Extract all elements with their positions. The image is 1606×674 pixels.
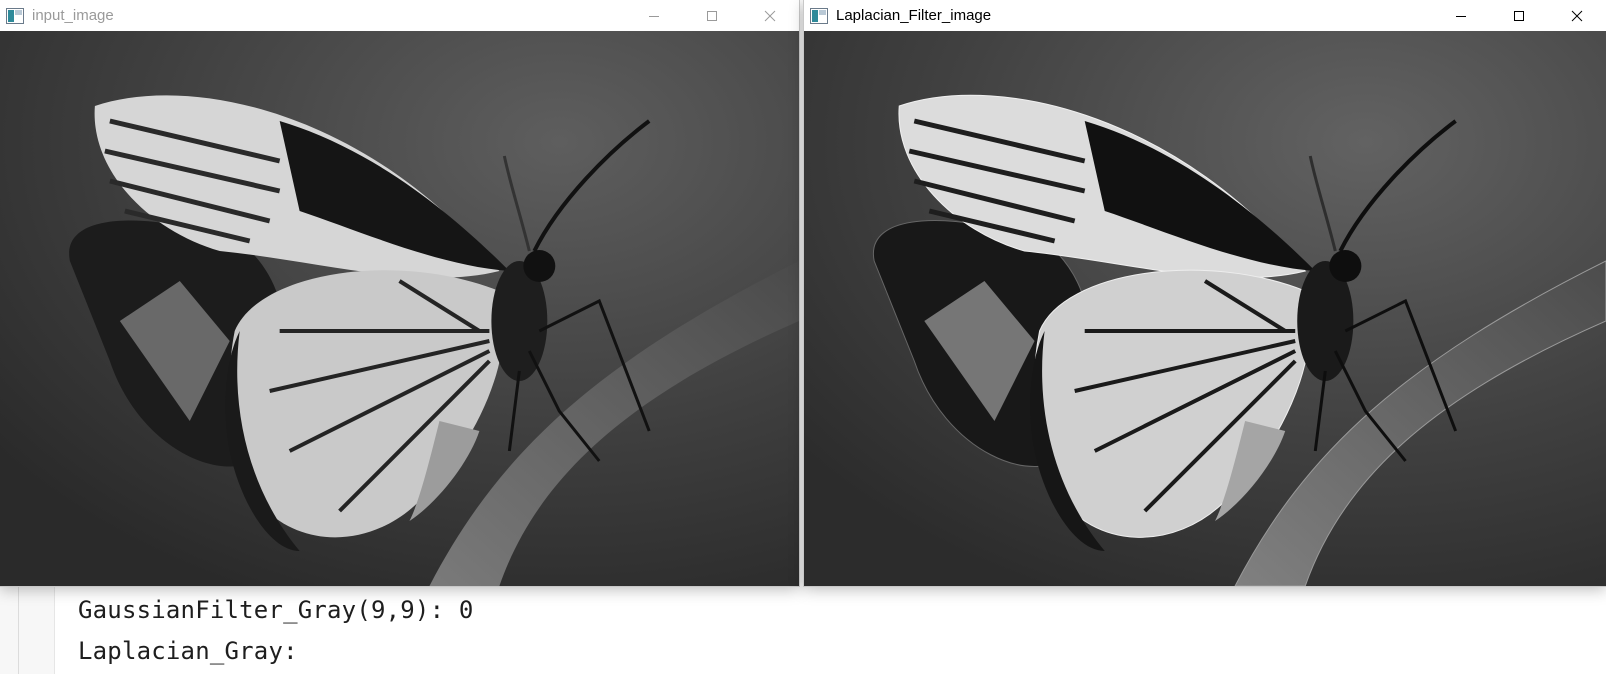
app-window-icon (6, 7, 24, 24)
maximize-icon (707, 10, 717, 21)
minimize-button[interactable] (625, 0, 683, 31)
window-title: input_image (32, 7, 114, 24)
minimize-icon (1456, 15, 1466, 17)
close-button[interactable] (1548, 0, 1606, 31)
console-line-laplacian: Laplacian_Gray: (78, 637, 298, 665)
input-image-window[interactable]: input_image (0, 0, 799, 586)
maximize-button[interactable] (683, 0, 741, 31)
butterfly-sharpened-image (804, 31, 1606, 586)
close-icon (1571, 10, 1583, 21)
butterfly-image (0, 31, 799, 586)
maximize-button[interactable] (1490, 0, 1548, 31)
window-titlebar[interactable]: input_image (0, 0, 799, 31)
app-window-icon (810, 7, 828, 24)
window-title: Laplacian_Filter_image (836, 7, 992, 24)
console-line-gaussian: GaussianFilter_Gray(9,9): 0 (78, 596, 474, 624)
editor-gutter (0, 586, 55, 674)
gutter-guide-line (18, 586, 19, 674)
maximize-icon (1514, 10, 1524, 21)
laplacian-filter-window[interactable]: Laplacian_Filter_image (804, 0, 1606, 586)
minimize-icon (649, 15, 659, 17)
laplacian-image-canvas (804, 31, 1606, 586)
close-button[interactable] (741, 0, 799, 31)
window-titlebar[interactable]: Laplacian_Filter_image (804, 0, 1606, 31)
close-icon (764, 10, 776, 21)
minimize-button[interactable] (1432, 0, 1490, 31)
input-image-canvas (0, 31, 799, 586)
